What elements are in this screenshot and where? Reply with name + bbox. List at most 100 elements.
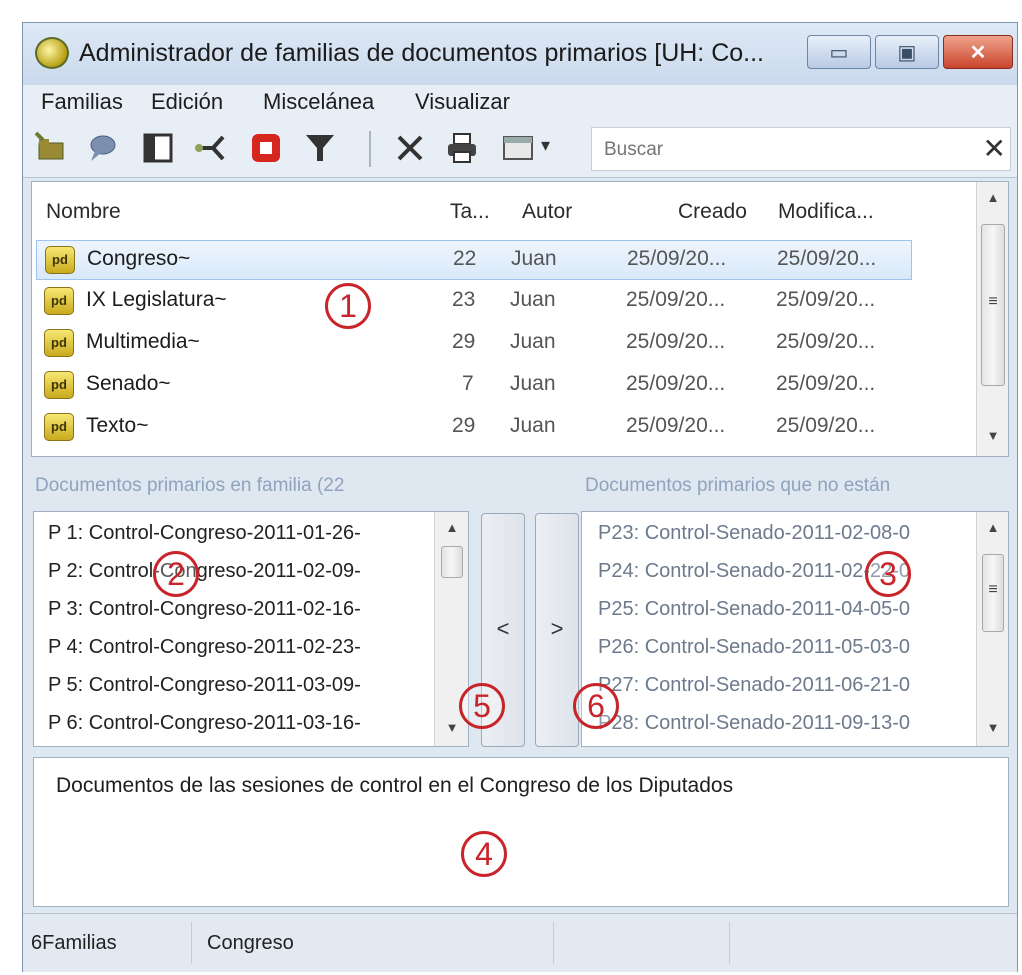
scroll-grip-icon: ≡ bbox=[988, 293, 998, 310]
status-bar: 6Familias Congreso bbox=[23, 913, 1017, 972]
list-item[interactable]: P 6: Control-Congreso-2011-03-16- bbox=[48, 712, 361, 735]
table-row[interactable]: pd Senado~ 7 Juan 25/09/20... 25/09/20..… bbox=[36, 366, 912, 406]
callout-4: 4 bbox=[461, 831, 507, 877]
list-item[interactable]: P 4: Control-Congreso-2011-02-23- bbox=[48, 636, 361, 659]
callout-6: 6 bbox=[573, 683, 619, 729]
callout-2: 2 bbox=[153, 551, 199, 597]
status-current-family: Congreso bbox=[207, 932, 294, 954]
family-created: 25/09/20... bbox=[626, 414, 726, 437]
families-scrollbar[interactable]: ▲ ≡ ▼ bbox=[976, 182, 1008, 456]
scroll-down-icon[interactable]: ▼ bbox=[435, 720, 468, 735]
menu-familias[interactable]: Familias bbox=[41, 89, 123, 115]
family-modified: 25/09/20... bbox=[776, 330, 876, 353]
scroll-thumb[interactable]: ≡ bbox=[982, 554, 1004, 632]
family-author: Juan bbox=[510, 288, 556, 311]
family-created: 25/09/20... bbox=[626, 330, 726, 353]
family-icon: pd bbox=[44, 413, 74, 441]
menu-edicion[interactable]: Edición bbox=[151, 89, 223, 115]
documents-not-in-family-list: P23: Control-Senado-2011-02-08-0 P24: Co… bbox=[581, 511, 1009, 747]
scroll-down-icon[interactable]: ▼ bbox=[977, 428, 1008, 443]
menu-bar: Familias Edición Miscelánea Visualizar bbox=[23, 85, 1017, 121]
column-header-modified[interactable]: Modifica... bbox=[778, 200, 874, 224]
scroll-thumb[interactable] bbox=[441, 546, 463, 578]
scroll-thumb[interactable]: ≡ bbox=[981, 224, 1005, 386]
app-icon bbox=[35, 37, 69, 69]
family-manager-window: Administrador de familias de documentos … bbox=[22, 22, 1018, 972]
print-icon[interactable] bbox=[445, 131, 479, 165]
new-family-icon[interactable] bbox=[33, 131, 67, 165]
family-author: Juan bbox=[511, 247, 557, 270]
right-list-scrollbar[interactable]: ▲ ≡ ▼ bbox=[976, 512, 1008, 746]
menu-miscelanea[interactable]: Miscelánea bbox=[263, 89, 374, 115]
panel-icon[interactable] bbox=[141, 131, 175, 165]
column-header-author[interactable]: Autor bbox=[522, 200, 572, 224]
families-table: Nombre Ta... Autor Creado Modifica... pd… bbox=[31, 181, 1009, 457]
callout-5: 5 bbox=[459, 683, 505, 729]
family-description-field[interactable]: Documentos de las sesiones de control en… bbox=[33, 757, 1009, 907]
list-item[interactable]: P 1: Control-Congreso-2011-01-26- bbox=[48, 522, 361, 545]
status-family-count: 6Familias bbox=[31, 932, 117, 954]
minimize-button[interactable]: ▭ bbox=[807, 35, 871, 69]
family-icon: pd bbox=[44, 287, 74, 315]
filter-icon[interactable] bbox=[303, 131, 337, 165]
list-item[interactable]: P 2: Control-Congreso-2011-02-09- bbox=[48, 560, 361, 583]
family-name: Senado~ bbox=[86, 372, 171, 395]
column-header-created[interactable]: Creado bbox=[678, 200, 747, 224]
family-icon: pd bbox=[44, 371, 74, 399]
family-created: 25/09/20... bbox=[626, 288, 726, 311]
list-item[interactable]: P 5: Control-Congreso-2011-03-09- bbox=[48, 674, 361, 697]
status-divider bbox=[191, 922, 192, 964]
documents-in-family-list: P 1: Control-Congreso-2011-01-26- P 2: C… bbox=[33, 511, 469, 747]
family-name: Texto~ bbox=[86, 414, 149, 437]
close-icon: ✕ bbox=[969, 42, 987, 64]
family-author: Juan bbox=[510, 414, 556, 437]
family-modified: 25/09/20... bbox=[776, 372, 876, 395]
list-item[interactable]: P23: Control-Senado-2011-02-08-0 bbox=[598, 522, 910, 545]
column-header-size[interactable]: Ta... bbox=[450, 200, 490, 224]
scroll-up-icon[interactable]: ▲ bbox=[977, 190, 1008, 205]
comment-icon[interactable] bbox=[85, 131, 119, 165]
family-size: 29 bbox=[452, 414, 476, 437]
list-item[interactable]: P25: Control-Senado-2011-04-05-0 bbox=[598, 598, 910, 621]
view-icon[interactable] bbox=[501, 131, 535, 165]
family-description: Documentos de las sesiones de control en… bbox=[56, 774, 734, 797]
table-row[interactable]: pd Congreso~ 22 Juan 25/09/20... 25/09/2… bbox=[36, 240, 912, 280]
family-size: 22 bbox=[453, 247, 477, 270]
list-item[interactable]: P 3: Control-Congreso-2011-02-16- bbox=[48, 598, 361, 621]
title-bar: Administrador de familias de documentos … bbox=[23, 23, 1017, 85]
table-row[interactable]: pd IX Legislatura~ 23 Juan 25/09/20... 2… bbox=[36, 282, 912, 322]
family-name: Multimedia~ bbox=[86, 330, 200, 353]
family-created: 25/09/20... bbox=[627, 247, 727, 270]
add-to-family-button[interactable]: > bbox=[535, 513, 579, 747]
scroll-up-icon[interactable]: ▲ bbox=[977, 520, 1008, 535]
maximize-button[interactable]: ▣ bbox=[875, 35, 939, 69]
menu-visualizar[interactable]: Visualizar bbox=[415, 89, 510, 115]
close-button[interactable]: ✕ bbox=[943, 35, 1013, 69]
family-created: 25/09/20... bbox=[626, 372, 726, 395]
scroll-grip-icon: ≡ bbox=[988, 581, 998, 598]
window-title: Administrador de familias de documentos … bbox=[79, 39, 764, 67]
search-input[interactable] bbox=[602, 134, 966, 166]
list-item[interactable]: P27: Control-Senado-2011-06-21-0 bbox=[598, 674, 910, 697]
list-item[interactable]: P28: Control-Senado-2011-09-13-0 bbox=[598, 712, 910, 735]
family-modified: 25/09/20... bbox=[777, 247, 877, 270]
column-header-name[interactable]: Nombre bbox=[46, 200, 121, 224]
view-dropdown-arrow-icon[interactable]: ▾ bbox=[541, 135, 550, 156]
table-row[interactable]: pd Multimedia~ 29 Juan 25/09/20... 25/09… bbox=[36, 324, 912, 364]
delete-icon[interactable] bbox=[393, 131, 427, 165]
network-icon[interactable] bbox=[193, 131, 227, 165]
family-name: Congreso~ bbox=[87, 247, 191, 270]
minimize-icon: ▭ bbox=[829, 42, 849, 64]
list-item[interactable]: P24: Control-Senado-2011-02-22-0 bbox=[598, 560, 910, 583]
family-author: Juan bbox=[510, 330, 556, 353]
scroll-up-icon[interactable]: ▲ bbox=[435, 520, 468, 535]
list-item[interactable]: P26: Control-Senado-2011-05-03-0 bbox=[598, 636, 910, 659]
table-row[interactable]: pd Texto~ 29 Juan 25/09/20... 25/09/20..… bbox=[36, 408, 912, 448]
family-icon: pd bbox=[45, 246, 75, 274]
not-in-family-label: Documentos primarios que no están bbox=[585, 475, 891, 496]
clear-search-icon[interactable]: ✕ bbox=[983, 132, 1006, 165]
scroll-down-icon[interactable]: ▼ bbox=[977, 720, 1008, 735]
callout-1: 1 bbox=[325, 283, 371, 329]
stop-icon[interactable] bbox=[249, 131, 283, 165]
in-family-label: Documentos primarios en familia (22 bbox=[35, 475, 345, 496]
